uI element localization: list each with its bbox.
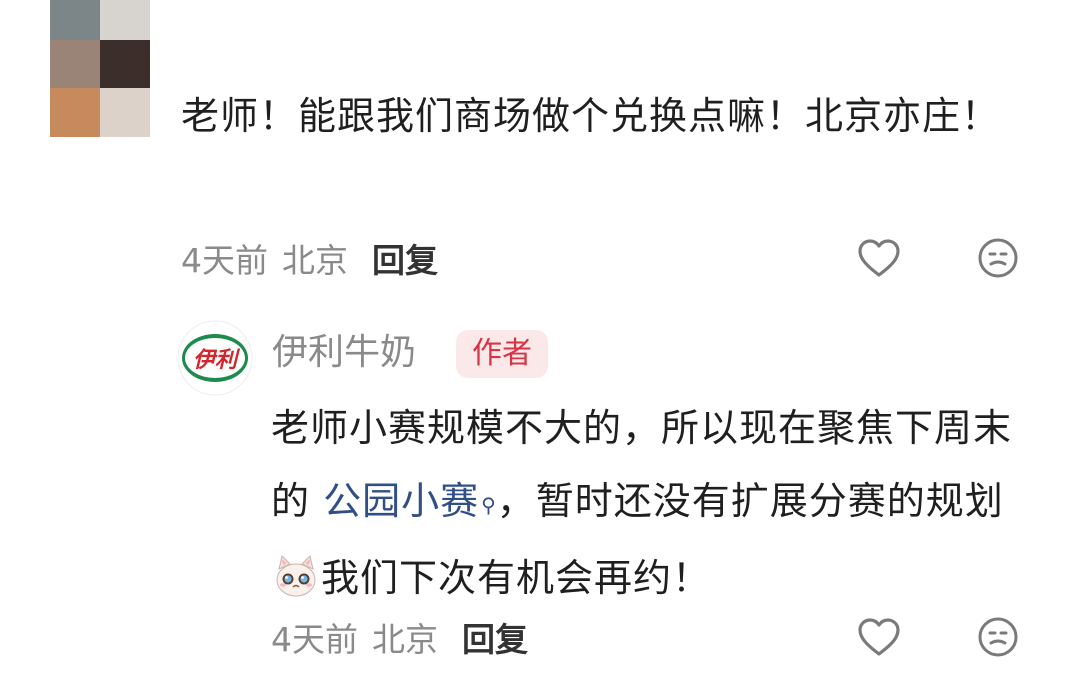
reply-meta: 4天前 北京 回复 [271,612,528,662]
reply-location: 北京 [372,620,438,659]
heart-outline-icon [858,239,900,277]
avatar-tile [50,0,100,40]
avatar-tile [100,88,150,137]
author-badge: 作者 [456,330,548,378]
reply-text-part: ，暂时还没有扩展分赛的规划 [496,479,1004,523]
dislike-button[interactable] [974,234,1022,282]
brand-avatar[interactable]: 伊利 [177,320,253,396]
comment-text: 老师！能跟我们商场做个兑换点嘛！北京亦庄！ [181,94,1001,138]
dislike-button[interactable] [974,613,1022,661]
comment-meta: 4天前 北京 回复 [181,233,438,283]
reply-author-name[interactable]: 伊利牛奶 [272,328,416,378]
neutral-face-icon [978,617,1018,657]
reply-text: 老师小赛规模不大的，所以现在聚焦下周末的 公园小赛 ⚲，暂时还没有扩展分赛的规划 … [271,392,1031,615]
topic-link[interactable]: 公园小赛 [323,479,479,523]
heart-outline-icon [858,618,900,656]
like-button[interactable] [855,234,903,282]
comment-time: 4天前 [181,241,268,280]
search-icon[interactable]: ⚲ [481,469,497,542]
brand-logo-text: 伊利 [193,348,241,373]
avatar-tile [50,88,100,137]
neutral-face-icon [978,238,1018,278]
crying-cat-emoji [276,555,316,597]
commenter-avatar[interactable] [50,0,150,137]
reply-time: 4天前 [271,620,358,659]
like-button[interactable] [855,613,903,661]
avatar-tile [100,0,150,40]
reply-button[interactable]: 回复 [372,234,438,282]
comment-location: 北京 [282,241,348,280]
avatar-tile [50,40,100,88]
avatar-tile [100,40,150,88]
reply-button[interactable]: 回复 [462,613,528,661]
brand-logo: 伊利 [177,320,253,396]
reply-text-part: 我们下次有机会再约！ [321,556,712,600]
